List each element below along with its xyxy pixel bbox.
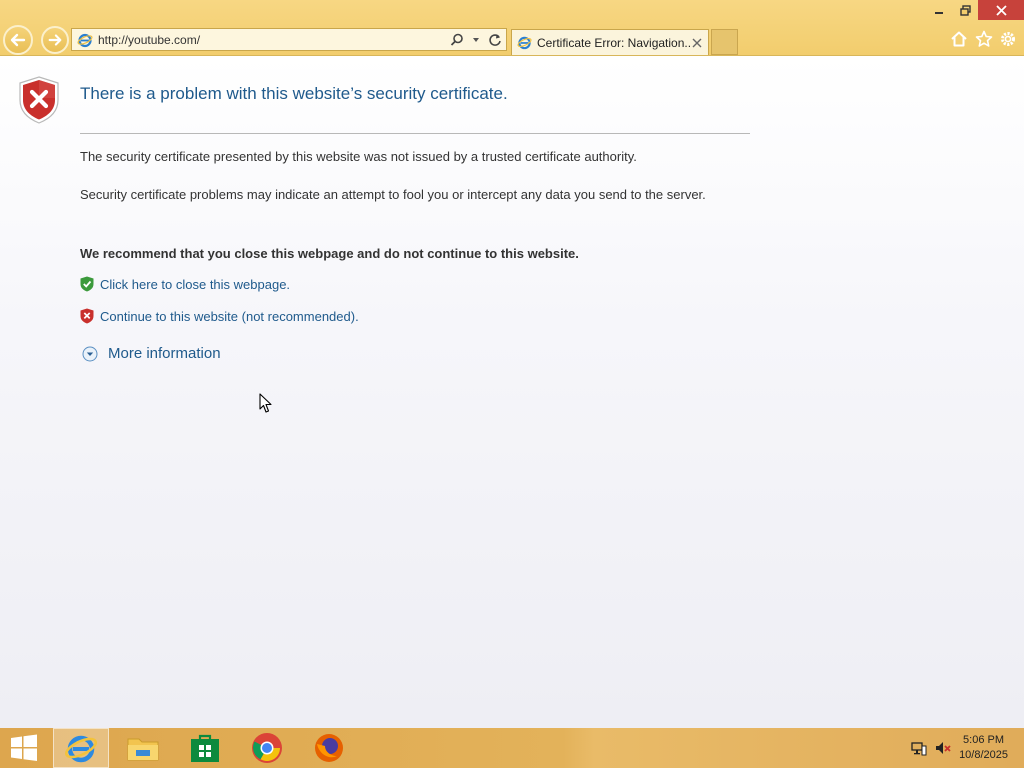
internet-explorer-icon xyxy=(64,735,98,763)
tab-certificate-error[interactable]: Certificate Error: Navigation... xyxy=(511,29,709,55)
system-tray: 5:06 PM 10/8/2025 xyxy=(911,728,1024,768)
volume-muted-icon[interactable] xyxy=(935,740,951,756)
dropdown-arrow-icon[interactable] xyxy=(468,32,484,48)
restore-button[interactable] xyxy=(952,0,978,20)
close-webpage-option[interactable]: Click here to close this webpage. xyxy=(80,276,290,292)
red-shield-x-icon xyxy=(80,308,94,324)
window-controls xyxy=(926,0,1024,22)
forward-arrow-icon xyxy=(48,34,62,46)
windows-logo-icon xyxy=(11,734,37,761)
taskbar-firefox[interactable] xyxy=(301,728,357,768)
chrome-icon xyxy=(252,733,282,763)
address-bar[interactable]: http://youtube.com/ xyxy=(71,28,507,51)
page-content: There is a problem with this website’s s… xyxy=(0,56,1024,728)
network-icon[interactable] xyxy=(911,740,927,756)
close-webpage-link[interactable]: Click here to close this webpage. xyxy=(100,277,290,292)
search-icon[interactable] xyxy=(449,32,465,48)
taskbar: 5:06 PM 10/8/2025 xyxy=(0,728,1024,768)
store-icon xyxy=(191,734,219,762)
ie-page-icon xyxy=(77,33,93,47)
continue-to-website-link[interactable]: Continue to this website (not recommende… xyxy=(100,309,359,324)
system-clock[interactable]: 5:06 PM 10/8/2025 xyxy=(959,733,1008,763)
back-arrow-icon xyxy=(10,33,26,47)
start-button[interactable] xyxy=(0,728,48,768)
taskbar-file-explorer[interactable] xyxy=(115,728,171,768)
file-explorer-icon xyxy=(127,738,159,761)
browser-toolbar: http://youtube.com/ Certificate Error: N… xyxy=(0,0,1024,56)
address-text[interactable]: http://youtube.com/ xyxy=(98,33,449,47)
expand-chevron-icon xyxy=(82,346,98,361)
untrusted-authority-text: The security certificate presented by th… xyxy=(80,149,637,164)
security-shield-error-icon xyxy=(19,76,59,124)
close-icon xyxy=(995,4,1007,16)
home-icon[interactable] xyxy=(949,29,969,49)
forward-button[interactable] xyxy=(41,26,69,54)
clock-date: 10/8/2025 xyxy=(959,749,1008,761)
taskbar-chrome[interactable] xyxy=(239,728,295,768)
more-information-toggle[interactable]: More information xyxy=(82,345,221,362)
tab-title: Certificate Error: Navigation... xyxy=(537,35,690,50)
taskbar-store[interactable] xyxy=(177,728,233,768)
green-shield-check-icon xyxy=(80,276,94,292)
settings-gear-icon[interactable] xyxy=(998,29,1018,49)
refresh-icon[interactable] xyxy=(487,32,503,48)
recommendation-text: We recommend that you close this webpage… xyxy=(80,246,579,261)
firefox-icon xyxy=(315,734,343,762)
tab-close-icon[interactable] xyxy=(690,36,704,50)
taskbar-internet-explorer[interactable] xyxy=(53,728,109,768)
clock-time: 5:06 PM xyxy=(963,734,1005,746)
favorites-star-icon[interactable] xyxy=(974,29,994,49)
page-title: There is a problem with this website’s s… xyxy=(80,84,508,103)
ie-tab-icon xyxy=(517,36,532,50)
divider xyxy=(80,133,750,134)
mouse-cursor-icon xyxy=(259,393,272,413)
back-button[interactable] xyxy=(3,25,33,55)
continue-option[interactable]: Continue to this website (not recommende… xyxy=(80,308,359,324)
minimize-button[interactable] xyxy=(926,0,952,20)
risk-warning-text: Security certificate problems may indica… xyxy=(80,187,706,202)
new-tab-button[interactable] xyxy=(711,29,738,55)
close-window-button[interactable] xyxy=(978,0,1024,20)
more-information-label[interactable]: More information xyxy=(108,345,221,362)
